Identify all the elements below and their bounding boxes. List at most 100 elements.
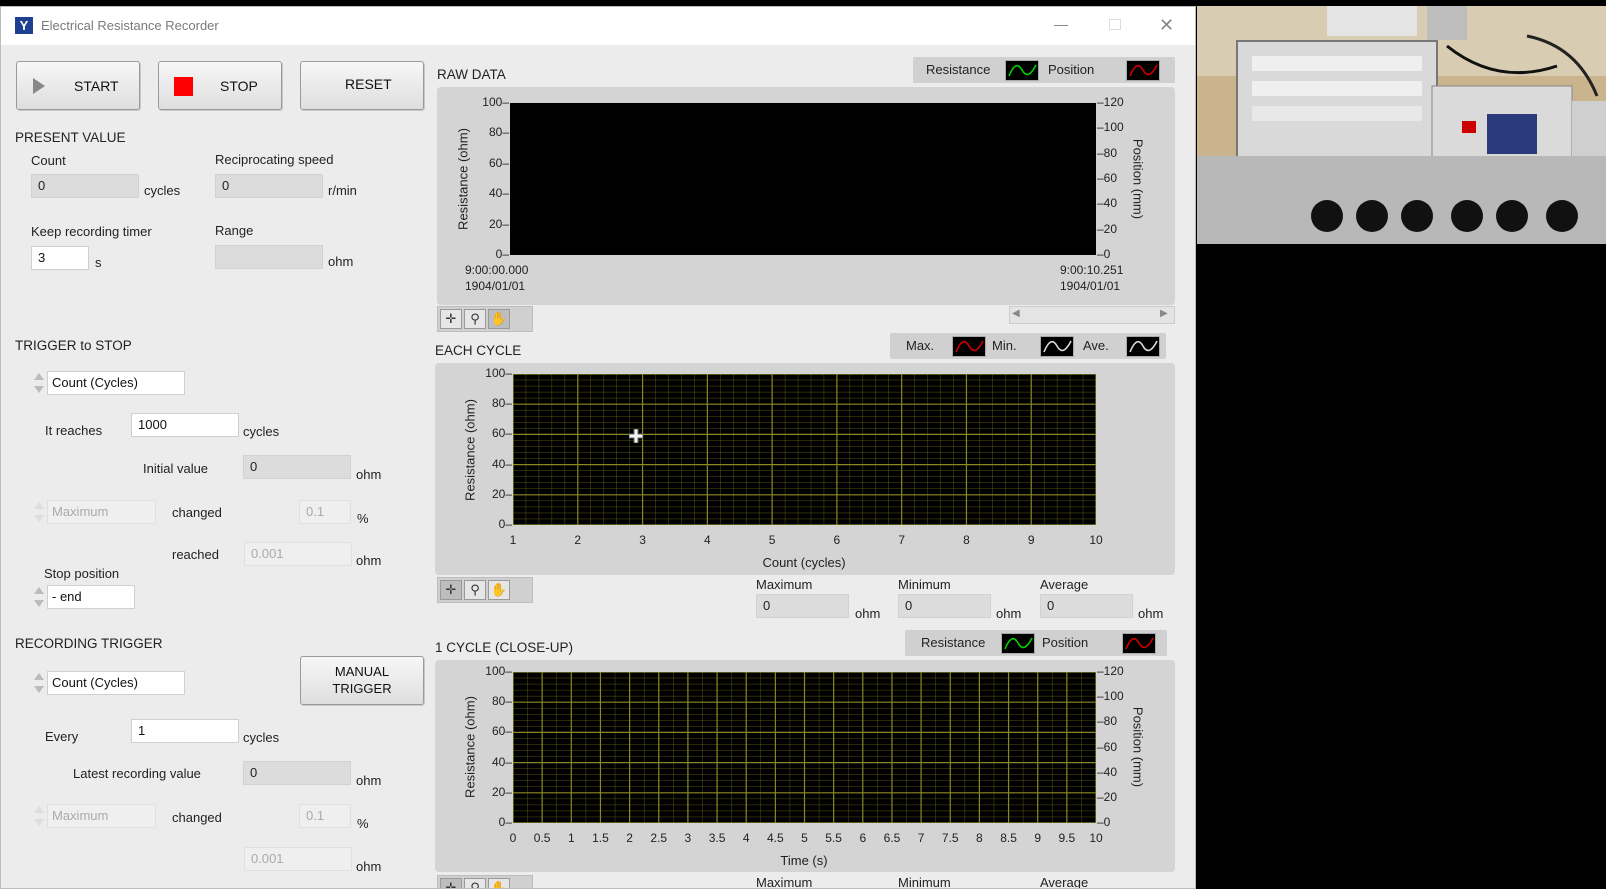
recording-max-mode-value: Maximum [47, 804, 156, 828]
minimize-icon[interactable] [1054, 25, 1068, 26]
window-title: Electrical Resistance Recorder [41, 18, 219, 33]
zoom-icon[interactable]: ⚲ [464, 878, 486, 888]
x-tick-label: 3 [639, 533, 646, 547]
x-tick-label: 5 [768, 533, 776, 547]
app-logo-icon: Y [15, 17, 33, 34]
one-cycle-plot-area[interactable] [513, 672, 1096, 823]
legend-item-resistance: Resistance [926, 62, 991, 77]
pan-hand-icon[interactable]: ✋ [488, 580, 510, 600]
legend-item-resistance: Resistance [921, 635, 986, 650]
each-min-label: Minimum [898, 577, 951, 592]
pan-hand-icon[interactable]: ✋ [488, 309, 510, 329]
each-cycle-background [513, 374, 1096, 525]
stop-changed-input[interactable]: 0.1 [299, 500, 351, 524]
reaches-input[interactable]: 1000 [131, 413, 239, 437]
y-tick-label: 0– [498, 517, 512, 531]
y-tick-label: 0– [495, 247, 509, 261]
resistance-trace-swatch[interactable] [1001, 633, 1035, 654]
recording-changed-label: changed [172, 810, 222, 825]
raw-data-plot-area[interactable] [510, 103, 1096, 255]
zoom-icon[interactable]: ⚲ [464, 580, 486, 600]
cursor-crosshair-icon[interactable]: ✛ [440, 580, 462, 600]
stop-position-ring[interactable]: - end [32, 585, 135, 609]
raw-data-y-left-label: Resistance (ohm) [455, 128, 471, 230]
raw-data-scrollbar[interactable]: ◀ ▶ [1009, 306, 1175, 324]
reached-unit: ohm [356, 553, 382, 568]
position-trace-swatch[interactable] [1122, 633, 1156, 654]
each-cycle-graph-palette: ✛ ⚲ ✋ [437, 577, 533, 603]
y-tick-label: 100– [485, 664, 512, 678]
cursor-crosshair-icon[interactable]: ✛ [440, 878, 462, 888]
raw-data-x-start-time: 9:00:00.000 [465, 263, 529, 277]
recording-max-mode-ring[interactable]: Maximum [32, 804, 156, 828]
close-icon[interactable]: ✕ [1159, 15, 1174, 36]
each-max-indicator: 0 [756, 594, 849, 618]
cursor-crosshair-icon[interactable]: ✛ [440, 309, 462, 329]
count-label: Count [31, 153, 66, 168]
scroll-right-icon[interactable]: ▶ [1160, 308, 1168, 319]
stop-square-icon [174, 77, 193, 96]
recording-mode-ring[interactable]: Count (Cycles) [32, 671, 185, 695]
stop-position-label: Stop position [44, 566, 120, 581]
count-unit: cycles [144, 183, 181, 198]
stop-button[interactable]: STOP [158, 61, 282, 110]
scroll-left-icon[interactable]: ◀ [1012, 308, 1020, 319]
y-tick-label: 0– [498, 815, 512, 829]
every-unit: cycles [243, 730, 280, 745]
initial-value-label: Initial value [143, 461, 209, 476]
recording-changed-input[interactable]: 0.1 [299, 804, 351, 828]
stop-changed-unit: % [357, 511, 369, 526]
one-min-label: Minimum [898, 875, 951, 889]
y-tick-label: –60 [1097, 739, 1118, 754]
maximize-icon[interactable] [1109, 19, 1121, 30]
each-avg-indicator: 0 [1040, 594, 1133, 618]
legend-item-position: Position [1042, 635, 1089, 650]
manual-trigger-button[interactable]: MANUAL TRIGGER [300, 656, 424, 705]
each-cycle-x-label: Count (cycles) [762, 555, 846, 570]
ring-arrows-icon [32, 500, 47, 524]
initial-value-unit: ohm [356, 467, 382, 482]
recording-threshold-input[interactable]: 0.001 [244, 847, 352, 871]
x-tick-label: 10 [1089, 831, 1103, 845]
zoom-icon[interactable]: ⚲ [464, 309, 486, 329]
each-cycle-y-label: Resistance (ohm) [462, 399, 478, 501]
stop-max-mode-ring[interactable]: Maximum [32, 500, 156, 524]
each-avg-unit: ohm [1138, 606, 1164, 621]
raw-data-title: RAW DATA [437, 67, 506, 82]
ave-trace-swatch[interactable] [1126, 336, 1160, 357]
position-trace-swatch[interactable] [1126, 60, 1160, 81]
raw-data-y-right-label: Position (mm) [1130, 138, 1146, 220]
initial-value-indicator: 0 [243, 455, 351, 479]
timer-input[interactable]: 3 [31, 246, 89, 270]
reached-input[interactable]: 0.001 [244, 542, 352, 566]
stop-mode-ring[interactable]: Count (Cycles) [32, 371, 185, 395]
resistance-trace-swatch[interactable] [1005, 60, 1039, 81]
recording-mode-value: Count (Cycles) [47, 671, 185, 695]
ring-arrows-icon [32, 671, 47, 695]
each-cycle-plot-area[interactable] [513, 374, 1096, 525]
one-avg-label: Average [1040, 875, 1089, 889]
every-input[interactable]: 1 [131, 719, 239, 743]
max-trace-swatch[interactable] [952, 336, 986, 357]
reset-button[interactable]: RESET [300, 61, 424, 110]
each-avg-label: Average [1040, 577, 1089, 592]
title-bar: Y Electrical Resistance Recorder ✕ [1, 7, 1195, 45]
start-button[interactable]: START [16, 61, 140, 110]
min-trace-swatch[interactable] [1040, 336, 1074, 357]
y-tick-label: –100 [1097, 120, 1124, 135]
y-tick-label: –40 [1097, 764, 1118, 779]
each-min-unit: ohm [996, 606, 1022, 621]
x-tick-label: 2 [574, 533, 582, 547]
y-tick-label: 40– [491, 754, 512, 769]
pan-hand-icon[interactable]: ✋ [488, 878, 510, 888]
speed-indicator: 0 [215, 174, 323, 198]
stop-button-label: STOP [220, 78, 258, 94]
range-label: Range [215, 223, 254, 238]
each-cycle-legend: Max. Min. Ave. [890, 333, 1166, 359]
manual-trigger-label: MANUAL TRIGGER [332, 664, 392, 696]
latest-value-label: Latest recording value [73, 766, 201, 781]
raw-data-x-start-date: 1904/01/01 [465, 279, 526, 293]
y-tick-label: –100 [1097, 689, 1124, 704]
x-tick-label: 1 [509, 533, 517, 547]
camera-feed-image [1197, 6, 1606, 244]
